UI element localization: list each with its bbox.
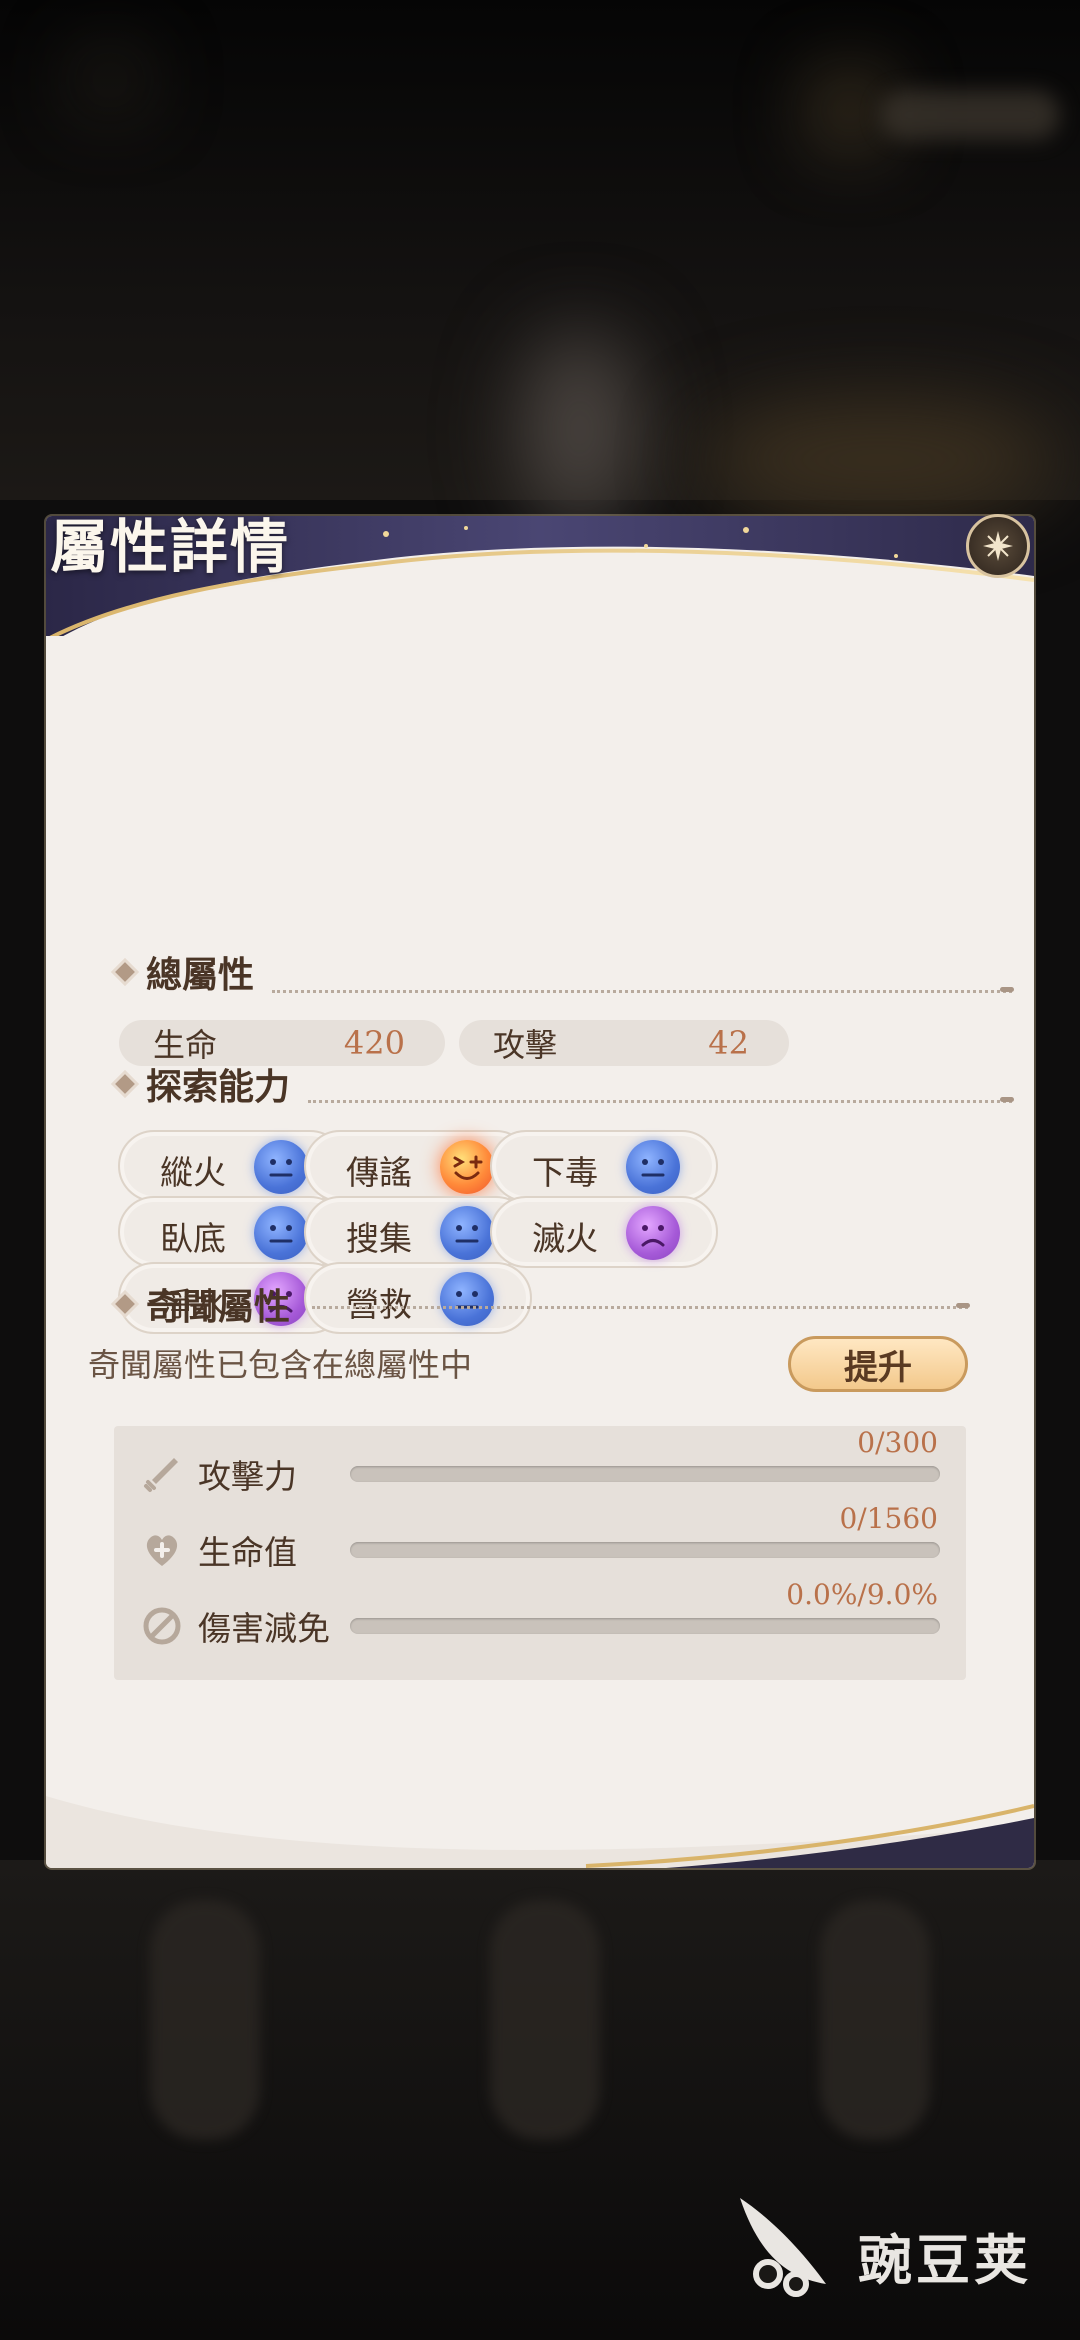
sad-face-icon [626,1206,680,1260]
bonus-value: 0/1560 [839,1502,938,1535]
bonus-row-damage-reduction: 傷害減免 0.0%/9.0% [114,1578,966,1648]
ability-label: 滅火 [532,1219,598,1258]
stat-attack: 攻擊 42 [459,1020,789,1066]
progress-bar [350,1618,940,1634]
total-attributes-header: 總屬性 [115,950,254,996]
upgrade-button[interactable]: 提升 [788,1336,968,1392]
neutral-face-icon [254,1206,308,1260]
dotted-divider [312,1306,968,1309]
anecdote-bonus-list: 攻擊力 0/300 生命值 0/1560 傷害減免 0.0%/9.0% [114,1426,966,1680]
section-title: 奇聞屬性 [146,1286,291,1328]
dotted-divider [308,1100,1012,1103]
diamond-bullet-icon [115,962,135,982]
background-building [700,400,1060,520]
watermark: 豌豆荚 [730,2188,1050,2298]
happy-face-icon [440,1140,494,1194]
stat-value: 420 [343,1024,405,1062]
heart-plus-icon [146,1535,178,1566]
panel-title: 屬性詳情 [50,513,291,581]
background-lantern [150,1900,260,2140]
background-figure [520,330,640,530]
bonus-row-life: 生命值 0/1560 [114,1502,966,1572]
neutral-face-icon [440,1206,494,1260]
background-light [80,60,140,100]
background-lantern [490,1900,600,2140]
progress-bar [350,1542,940,1558]
ability-label: 傳謠 [346,1153,412,1192]
bonus-label: 傷害減免 [198,1609,330,1648]
close-icon [983,531,1013,561]
background-lantern [820,1900,930,2140]
ability-label: 臥底 [160,1219,226,1258]
divider-end [956,1303,970,1308]
section-title: 探索能力 [146,1066,291,1108]
divider-end [1000,987,1014,992]
ability-rescue[interactable]: 營救 [304,1262,532,1334]
ability-label: 縱火 [160,1153,226,1192]
anecdote-description: 奇聞屬性已包含在總屬性中 [88,1346,473,1384]
divider-end [1000,1097,1014,1102]
neutral-face-icon [626,1140,680,1194]
shield-block-icon [143,1607,181,1645]
ability-extinguish[interactable]: 滅火 [490,1196,718,1268]
ability-label: 下毒 [532,1153,598,1192]
ability-poison[interactable]: 下毒 [490,1130,718,1202]
watermark-text: 豌豆荚 [858,2229,1032,2292]
diamond-bullet-icon [115,1294,135,1314]
dotted-divider [272,990,1012,993]
progress-bar [350,1466,940,1482]
stat-label: 攻擊 [493,1026,558,1064]
section-title: 總屬性 [146,954,255,996]
pea-pod-logo [740,2198,826,2297]
neutral-face-icon [254,1140,308,1194]
diamond-bullet-icon [115,1074,135,1094]
bonus-label: 攻擊力 [198,1457,297,1496]
bonus-value: 0/300 [857,1426,938,1459]
bonus-row-attack: 攻擊力 0/300 [114,1426,966,1496]
exploration-header: 探索能力 [115,1062,290,1108]
bonus-value: 0.0%/9.0% [786,1578,938,1611]
ability-label: 搜集 [346,1219,412,1258]
panel-footer-decoration [46,1796,1034,1868]
background-blur-label [880,90,1060,140]
anecdote-header: 奇聞屬性 [115,1282,290,1328]
stat-value: 42 [708,1024,749,1062]
ability-label: 營救 [346,1285,412,1324]
bonus-label: 生命值 [198,1533,297,1572]
neutral-face-icon [440,1272,494,1326]
close-button[interactable] [966,514,1030,578]
sword-icon [144,1458,178,1492]
background-light [820,80,880,140]
